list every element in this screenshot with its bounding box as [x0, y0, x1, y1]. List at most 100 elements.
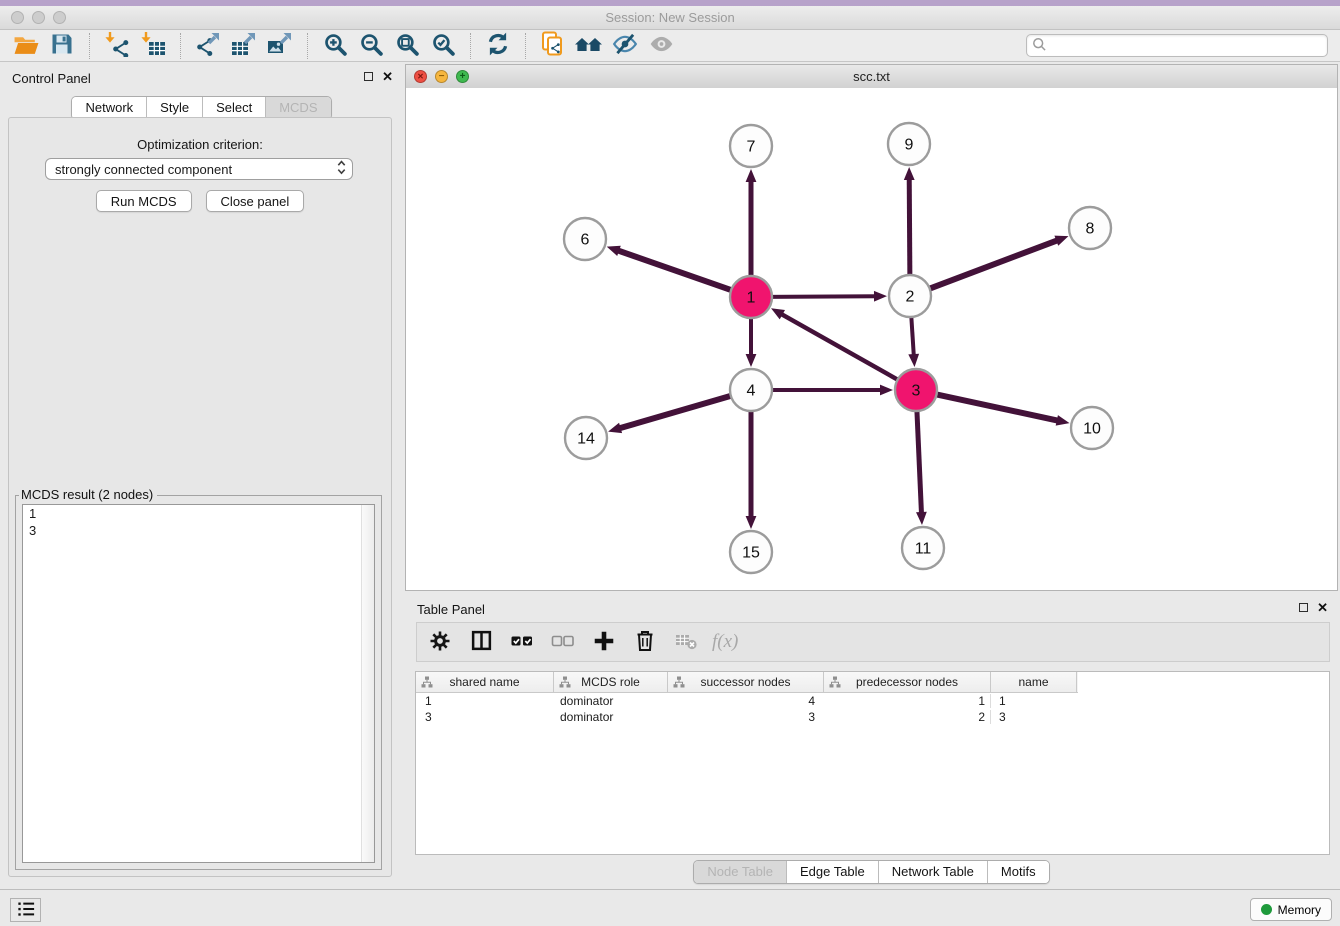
control-panel-title: Control Panel	[12, 71, 91, 86]
task-history-button[interactable]	[10, 898, 41, 922]
column-tree-icon	[673, 676, 685, 691]
table-cell: 1	[416, 694, 554, 708]
open-session-button[interactable]	[8, 32, 44, 60]
column-header-mcds-role[interactable]: MCDS role	[554, 672, 668, 692]
graph-node-1[interactable]: 1	[730, 276, 772, 318]
graph-node-7[interactable]: 7	[730, 125, 772, 167]
edge-3-11[interactable]	[917, 408, 922, 514]
edge-arrowhead	[904, 167, 915, 180]
table-panel-tab-motifs[interactable]: Motifs	[987, 861, 1049, 883]
first-neighbors-button[interactable]	[571, 32, 607, 60]
column-header-shared-name[interactable]: shared name	[416, 672, 554, 692]
mcds-result-list[interactable]: 13	[22, 504, 375, 863]
network-canvas[interactable]: 1 2 3 4 6 7 8 9 10 11 14 15	[406, 88, 1337, 590]
table-row[interactable]: 1dominator411	[416, 693, 1329, 709]
apply-layout-button[interactable]	[480, 32, 516, 60]
select-all-columns-button[interactable]	[509, 629, 535, 655]
network-title: scc.txt	[406, 69, 1337, 84]
window-titlebar: Session: New Session	[0, 6, 1340, 30]
graph-node-11[interactable]: 11	[902, 527, 944, 569]
svg-text:9: 9	[905, 137, 914, 154]
deselect-all-columns-button[interactable]	[550, 629, 576, 655]
graph-node-10[interactable]: 10	[1071, 407, 1113, 449]
column-header-successor-nodes[interactable]: successor nodes	[668, 672, 824, 692]
edge-arrowhead	[908, 354, 919, 367]
memory-button[interactable]: Memory	[1250, 898, 1332, 921]
table-panel-tab-edge-table[interactable]: Edge Table	[786, 861, 878, 883]
save-session-button[interactable]	[44, 32, 80, 60]
edge-4-14[interactable]	[619, 395, 734, 428]
control-panel-close-button[interactable]	[382, 71, 393, 82]
mcds-result-item[interactable]: 1	[23, 505, 374, 522]
network-frame-titlebar[interactable]: scc.txt	[406, 65, 1337, 89]
graph-node-15[interactable]: 15	[730, 531, 772, 573]
zoom-selected-button[interactable]	[425, 32, 461, 60]
import-network-icon	[104, 31, 130, 60]
clone-network-button[interactable]	[535, 32, 571, 60]
delete-column-button[interactable]	[632, 629, 658, 655]
export-network-icon	[195, 31, 221, 60]
graph-node-2[interactable]: 2	[889, 275, 931, 317]
graph-node-4[interactable]: 4	[730, 369, 772, 411]
table-row[interactable]: 3dominator323	[416, 709, 1329, 725]
control-panel-tab-select[interactable]: Select	[202, 97, 265, 119]
zoom-out-icon	[359, 32, 384, 60]
create-column-button[interactable]	[591, 629, 617, 655]
table-delete-icon	[675, 630, 698, 655]
export-network-button[interactable]	[190, 32, 226, 60]
svg-text:7: 7	[747, 139, 756, 156]
control-panel-tab-style[interactable]: Style	[146, 97, 202, 119]
edge-2-9[interactable]	[909, 178, 910, 278]
edge-2-8[interactable]	[927, 240, 1058, 290]
close-panel-button[interactable]: Close panel	[206, 190, 305, 212]
zoom-out-button[interactable]	[353, 32, 389, 60]
table-panel-close-button[interactable]	[1317, 602, 1328, 613]
column-header-name[interactable]: name	[991, 672, 1077, 692]
result-list-scrollbar[interactable]	[361, 505, 374, 862]
edge-arrowhead	[1054, 236, 1068, 246]
edge-arrowhead	[916, 512, 927, 525]
table-panel-tab-node-table[interactable]: Node Table	[694, 861, 786, 883]
export-image-button[interactable]	[262, 32, 298, 60]
show-columns-button[interactable]	[468, 629, 494, 655]
criterion-dropdown[interactable]: strongly connected component	[45, 158, 353, 180]
list-icon	[16, 900, 36, 921]
table-settings-button[interactable]	[427, 629, 453, 655]
edge-3-10[interactable]	[934, 394, 1059, 421]
check-boxes-icon	[510, 630, 534, 655]
import-network-button[interactable]	[99, 32, 135, 60]
graph-node-8[interactable]: 8	[1069, 207, 1111, 249]
graph-node-3[interactable]: 3	[895, 369, 937, 411]
column-header-predecessor-nodes[interactable]: predecessor nodes	[824, 672, 991, 692]
graph-node-9[interactable]: 9	[888, 123, 930, 165]
edge-1-2[interactable]	[769, 296, 876, 297]
table-panel-tab-network-table[interactable]: Network Table	[878, 861, 987, 883]
search-field[interactable]	[1026, 34, 1328, 57]
delete-table-button	[673, 629, 699, 655]
control-panel-tab-network[interactable]: Network	[72, 97, 146, 119]
zoom-in-button[interactable]	[317, 32, 353, 60]
mcds-result-item[interactable]: 3	[23, 522, 374, 539]
run-mcds-button[interactable]: Run MCDS	[96, 190, 192, 212]
show-all-button	[643, 32, 679, 60]
graph-node-14[interactable]: 14	[565, 417, 607, 459]
zoom-fit-icon	[395, 32, 420, 60]
edge-1-6[interactable]	[617, 250, 734, 291]
edge-3-1[interactable]	[781, 314, 901, 381]
graph-node-6[interactable]: 6	[564, 218, 606, 260]
table-panel-float-button[interactable]	[1299, 603, 1308, 612]
edge-arrowhead	[608, 423, 622, 433]
search-input[interactable]	[1047, 38, 1322, 54]
node-table: shared nameMCDS rolesuccessor nodesprede…	[415, 671, 1330, 855]
column-tree-icon	[421, 676, 433, 691]
export-table-button[interactable]	[226, 32, 262, 60]
gear-icon	[429, 630, 451, 655]
column-tree-icon	[559, 676, 571, 691]
table-panel: Table Panel f(x) shared nameMCDS rolesuc…	[405, 593, 1338, 889]
edge-2-3[interactable]	[911, 314, 914, 356]
zoom-fit-button[interactable]	[389, 32, 425, 60]
import-table-button[interactable]	[135, 32, 171, 60]
hide-selected-button[interactable]	[607, 32, 643, 60]
control-panel-float-button[interactable]	[364, 72, 373, 81]
control-panel-tab-mcds[interactable]: MCDS	[265, 97, 330, 119]
